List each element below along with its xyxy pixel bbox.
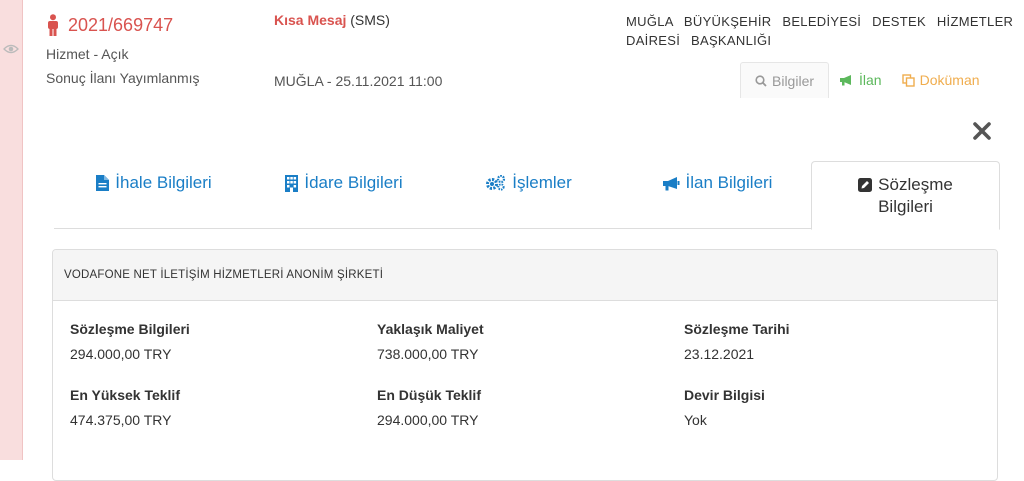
file-icon: [96, 175, 110, 191]
field-label: Sözleşme Tarihi: [684, 321, 790, 337]
bullhorn-icon: [840, 75, 852, 86]
ilan-label: İlan: [859, 72, 882, 88]
tender-type: Hizmet - Açık: [46, 46, 129, 62]
tab-label-line2: Bilgileri: [878, 196, 933, 216]
search-icon: [755, 74, 767, 87]
field-label: En Düşük Teklif: [377, 387, 481, 403]
contract-field: En Düşük Teklif 294.000,00 TRY: [377, 387, 481, 428]
person-icon: [48, 14, 58, 36]
tab-islemler[interactable]: İşlemler: [434, 160, 624, 206]
contractor-name: VODAFONE NET İLETİŞİM HİZMETLERİ ANONİM …: [53, 250, 997, 301]
tab-label: İlan Bilgileri: [685, 173, 773, 192]
field-label: Sözleşme Bilgileri: [70, 321, 190, 337]
tab-label-line1: Sözleşme: [878, 174, 953, 194]
edit-icon: [858, 177, 873, 192]
close-icon[interactable]: [972, 121, 992, 141]
field-label: En Yüksek Teklif: [70, 387, 180, 403]
field-value: 474.375,00 TRY: [70, 412, 172, 428]
gears-icon: [486, 175, 506, 191]
tender-status: Sonuç İlanı Yayımlanmış: [46, 70, 200, 86]
building-icon: [285, 174, 299, 192]
tab-label: İşlemler: [512, 173, 572, 192]
tab-bar: İhale Bilgileri İdare Bilgileri İşlemler…: [54, 160, 1000, 230]
tab-label: İdare Bilgileri: [304, 173, 403, 192]
contract-field: Yaklaşık Maliyet 738.000,00 TRY: [377, 321, 484, 362]
action-buttons: Bilgiler İlan Doküman: [740, 62, 990, 98]
contract-field: Devir Bilgisi Yok: [684, 387, 765, 428]
field-label: Devir Bilgisi: [684, 387, 765, 403]
field-value: 23.12.2021: [684, 346, 755, 362]
tab-label: İhale Bilgileri: [115, 173, 212, 192]
sms-link[interactable]: Kısa Mesaj (SMS): [274, 12, 390, 28]
contract-field: En Yüksek Teklif 474.375,00 TRY: [70, 387, 180, 428]
sms-label: Kısa Mesaj: [274, 12, 347, 28]
copy-icon: [901, 73, 915, 87]
location-date: MUĞLA - 25.11.2021 11:00: [274, 73, 443, 89]
contract-panel: VODAFONE NET İLETİŞİM HİZMETLERİ ANONİM …: [52, 249, 998, 481]
ilan-button[interactable]: İlan: [829, 62, 892, 98]
contract-field: Sözleşme Tarihi 23.12.2021: [684, 321, 790, 362]
tab-ihale-bilgileri[interactable]: İhale Bilgileri: [54, 160, 254, 206]
contract-field: Sözleşme Bilgileri 294.000,00 TRY: [70, 321, 190, 362]
field-value: Yok: [684, 412, 707, 428]
tab-sozlesme-bilgileri[interactable]: Sözleşme Bilgileri: [811, 161, 1000, 230]
tab-ilan-bilgileri[interactable]: İlan Bilgileri: [622, 160, 812, 206]
field-value: 738.000,00 TRY: [377, 346, 479, 362]
field-value: 294.000,00 TRY: [70, 346, 172, 362]
tab-idare-bilgileri[interactable]: İdare Bilgileri: [249, 160, 439, 206]
dokuman-button[interactable]: Doküman: [892, 62, 990, 98]
field-label: Yaklaşık Maliyet: [377, 321, 484, 337]
field-value: 294.000,00 TRY: [377, 412, 479, 428]
sms-suffix: (SMS): [350, 12, 390, 28]
ihale-number: 2021/669747: [46, 14, 173, 36]
bilgiler-label: Bilgiler: [772, 72, 815, 89]
ihale-number-text: 2021/669747: [68, 14, 174, 35]
dokuman-label: Doküman: [919, 72, 980, 88]
bilgiler-button[interactable]: Bilgiler: [740, 62, 830, 98]
eye-icon[interactable]: [3, 42, 19, 56]
side-strip: [0, 0, 23, 460]
authority-name: MUĞLA BÜYÜKŞEHİR BELEDİYESİ DESTEK HİZME…: [626, 14, 1014, 48]
bullhorn-icon: [662, 176, 680, 190]
